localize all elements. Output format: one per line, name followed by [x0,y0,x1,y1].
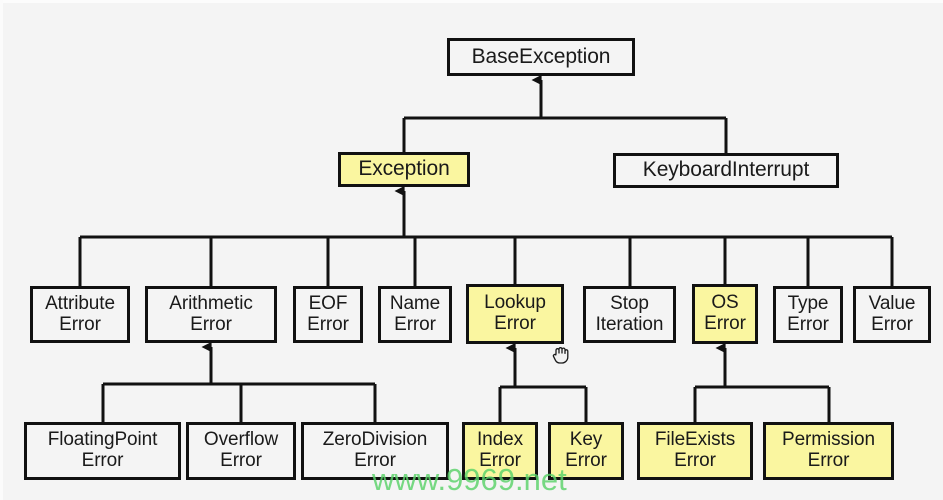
node-label-line2: Error [394,313,436,335]
node-keyboard[interactable]: KeyboardInterrupt [613,153,839,188]
node-label-line1: Value [868,292,916,314]
node-permission[interactable]: Permission Error [763,422,894,480]
node-label-line2: Iteration [595,313,664,335]
node-label-line1: Type [787,292,829,314]
node-name[interactable]: Name Error [378,286,452,343]
node-arithmetic[interactable]: Arithmetic Error [145,286,277,343]
node-label-line1: OS [711,292,739,314]
node-label-line2: Error [81,450,124,471]
node-label-line1: EOF [308,292,348,314]
node-label-line1: FloatingPoint [47,429,158,451]
node-value[interactable]: Value Error [853,286,931,343]
node-label-line1: ZeroDivision [322,429,428,451]
node-lookup[interactable]: Lookup Error [466,284,564,344]
node-label-line2: Error [807,450,850,471]
node-label-line2: Error [565,450,607,471]
node-label-line2: Error [59,313,101,335]
node-label-line1: Permission [782,429,875,451]
node-label-line1: FileExists [654,429,736,451]
node-label-line2: Error [190,313,232,335]
node-label-line1: Arithmetic [169,292,253,314]
node-label-line1: Name [389,292,441,314]
node-os[interactable]: OS Error [692,284,758,344]
node-label-line2: Error [674,450,716,471]
canvas-left-edge [0,0,3,500]
node-label-line1: Attribute [45,292,115,314]
node-index[interactable]: Index Error [462,422,538,480]
node-key[interactable]: Key Error [548,422,624,480]
node-exception[interactable]: Exception [338,152,470,187]
node-overflow[interactable]: Overflow Error [186,422,296,480]
node-label-line1: KeyboardInterrupt [642,158,810,182]
node-label-line2: Error [220,450,262,471]
exception-hierarchy-diagram: BaseException Exception KeyboardInterrupt A… [0,0,943,500]
node-eof[interactable]: EOF Error [293,286,363,343]
node-fileexists[interactable]: FileExists Error [637,422,753,480]
node-attribute[interactable]: Attribute Error [30,286,130,343]
canvas-top-edge [0,0,943,3]
node-label-line1: Stop [610,292,649,314]
node-label-line1: Key [569,429,603,451]
node-label-line2: Error [494,313,536,334]
node-label-line2: Error [307,313,349,335]
node-label-line1: Overflow [203,429,279,451]
node-label-line1: BaseException [471,44,611,68]
node-floatingpoint[interactable]: FloatingPoint Error [24,422,181,480]
node-label-line2: Error [787,313,829,335]
node-stopiteration[interactable]: Stop Iteration [583,286,676,343]
node-label-line1: Exception [358,157,450,181]
node-type[interactable]: Type Error [773,286,843,343]
node-label-line2: Error [871,313,913,335]
node-label-line2: Error [354,450,396,471]
node-label-line2: Error [704,313,746,334]
node-zerodivision[interactable]: ZeroDivision Error [301,422,449,480]
node-label-line1: Lookup [484,292,546,314]
node-label-line2: Error [479,450,521,471]
grabbing-hand-cursor [552,344,572,371]
node-label-line1: Index [477,429,523,451]
node-base[interactable]: BaseException [447,38,635,76]
